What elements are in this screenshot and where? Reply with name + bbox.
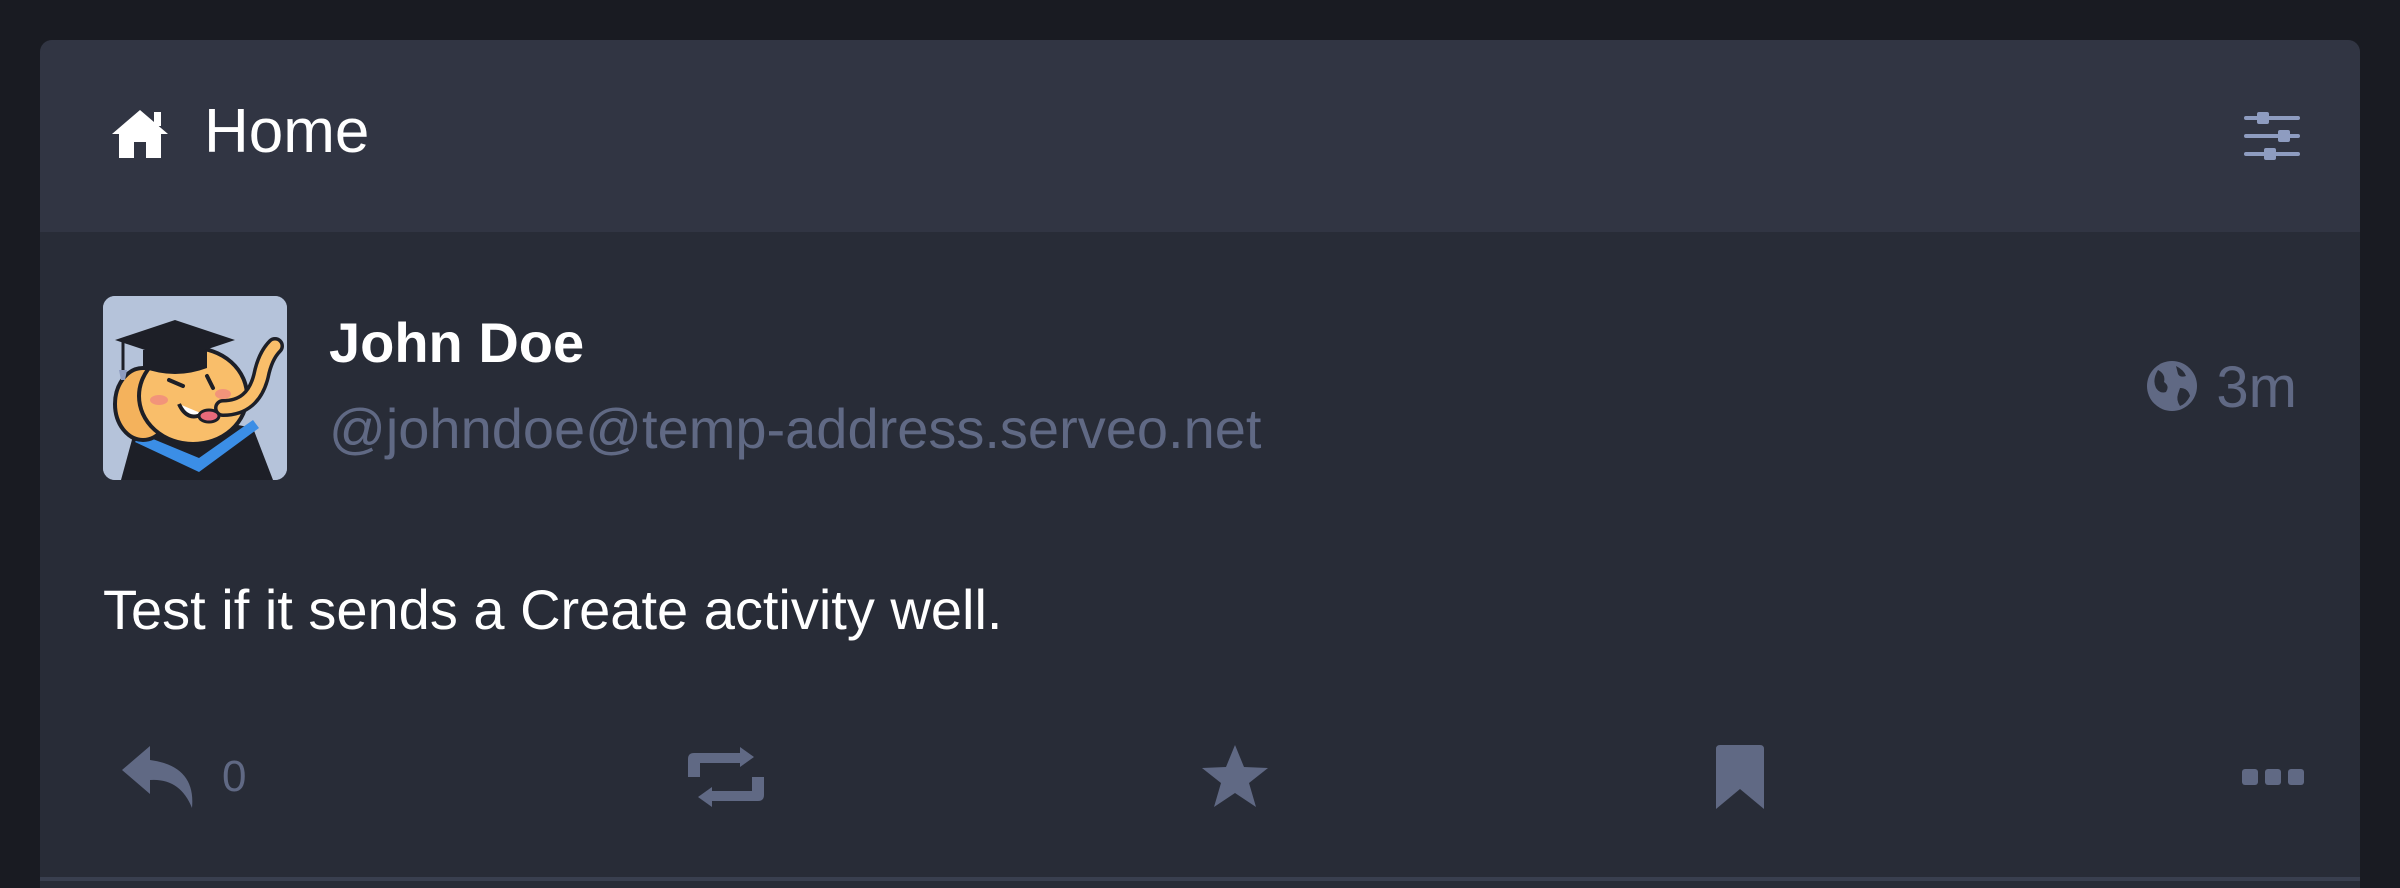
status-timestamp[interactable]: 3m (2216, 359, 2297, 417)
boost-button[interactable] (684, 732, 768, 822)
status[interactable]: John Doe @johndoe@temp-address.serveo.ne… (40, 232, 2360, 880)
more-icon (2242, 769, 2304, 785)
status-content: Test if it sends a Create activity well. (103, 578, 1003, 641)
sliders-icon (2244, 112, 2300, 160)
status-divider (40, 877, 2360, 881)
home-column: Home John Doe @johndoe@temp-address.serv… (40, 40, 2360, 888)
bookmark-icon (1716, 745, 1764, 809)
star-icon (1202, 745, 1268, 807)
avatar[interactable] (103, 296, 287, 480)
boost-icon (688, 747, 764, 807)
favourite-button[interactable] (1200, 732, 1270, 822)
column-header[interactable]: Home (40, 40, 2360, 232)
reply-button[interactable]: 0 (120, 732, 246, 822)
column-title: Home (204, 97, 370, 166)
bookmark-button[interactable] (1712, 732, 1768, 822)
home-icon (110, 106, 170, 160)
display-name[interactable]: John Doe (329, 312, 584, 374)
account-handle[interactable]: @johndoe@temp-address.serveo.net (329, 398, 1261, 460)
column-settings-button[interactable] (2240, 104, 2304, 168)
reply-icon (122, 746, 193, 808)
reply-count: 0 (222, 752, 247, 801)
status-meta[interactable]: 3m (2146, 356, 2297, 420)
more-button[interactable] (2240, 732, 2306, 822)
globe-icon (2146, 360, 2198, 417)
mastodon-elephant-graduate-avatar (103, 296, 287, 480)
